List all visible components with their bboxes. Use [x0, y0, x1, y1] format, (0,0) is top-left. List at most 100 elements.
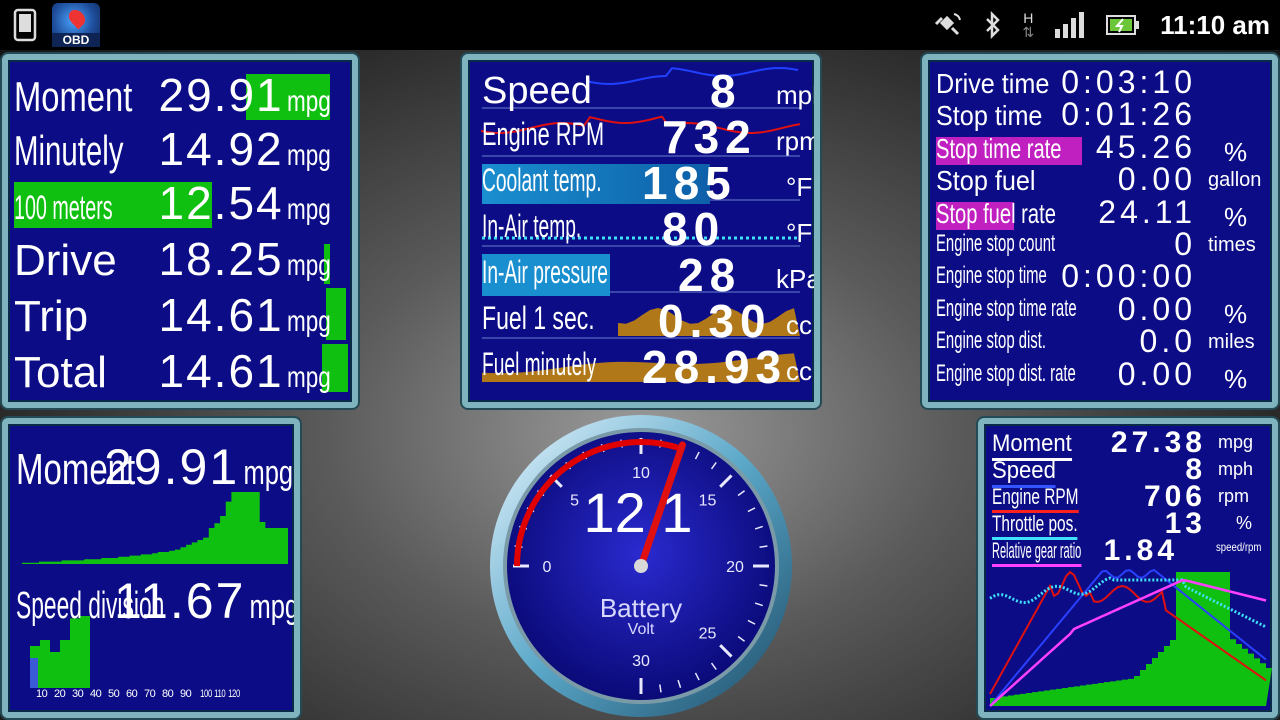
engine-row: Coolant temp. 185 °F: [482, 157, 812, 209]
fuel-row-unit: mpg: [286, 139, 331, 172]
gauge-tick-label: 30: [632, 653, 650, 670]
speed-division-bar: [40, 640, 50, 688]
engine-row-unit: °F: [786, 172, 813, 202]
engine-row: In-Air temp. 80 °F: [482, 203, 812, 255]
signal-icon: [1055, 12, 1085, 38]
moment-label: Moment: [16, 445, 136, 494]
fuel-row: Minutely 14.92 mpg: [14, 122, 346, 175]
live-row-unit: %: [1236, 513, 1253, 533]
live-row-value: 1.84: [1103, 534, 1178, 567]
live-row-label: Engine RPM: [992, 484, 1079, 513]
stop-row-unit: times: [1208, 234, 1256, 256]
engine-row-unit: °F: [786, 218, 813, 248]
engine-row: In-Air pressure 28 kPa: [482, 249, 814, 301]
network-type: H: [1023, 10, 1034, 26]
speed-division-current-bar: [30, 658, 38, 688]
speed-tick-label: 60: [126, 688, 138, 700]
speed-tick-label: 100: [200, 688, 212, 700]
fuel-economy-panel[interactable]: Moment 29.91 mpg Minutely 14.92 mpg 100 meters…: [2, 54, 358, 408]
engine-row-unit: mph: [776, 80, 814, 110]
moment-speed-division-panel[interactable]: Moment 29.91 mpg Speed division 11.67 mp…: [2, 418, 300, 718]
obd-app-icon[interactable]: OBD: [52, 3, 100, 47]
engine-row: Engine RPM 732 rpm: [482, 111, 814, 163]
fuel-row-label: 100 meters: [14, 189, 113, 227]
moment-row: Moment 29.91 mpg: [16, 438, 293, 496]
speed-division-value: 11.67: [114, 573, 246, 629]
stop-row-label: Engine stop count: [936, 230, 1056, 257]
live-row: Moment 27.38 mpg: [992, 426, 1266, 461]
fuel-row-value: 14.92: [158, 123, 284, 175]
engine-row-label: Speed: [482, 70, 592, 112]
stop-row-unit: %: [1224, 201, 1248, 232]
speed-tick-label: 120: [228, 688, 240, 700]
fuel-row-value: 18.25: [158, 233, 284, 285]
moment-value: 29.91: [104, 439, 240, 495]
stop-row-label: Engine stop time rate: [936, 294, 1077, 322]
stop-row-label: Engine stop dist.: [936, 327, 1047, 355]
stop-row-value: 0.00: [1117, 355, 1196, 392]
speed-division-label: Speed division: [16, 585, 165, 627]
stop-row: Engine stop count 0 times: [936, 226, 1266, 262]
fuel-row-unit: mpg: [286, 193, 331, 226]
stop-row: Engine stop time rate 0.00%: [936, 291, 1266, 329]
bluetooth-icon: [986, 11, 1001, 39]
engine-row-unit: cc: [786, 310, 812, 340]
engine-row-unit: cc: [786, 356, 812, 386]
engine-row: Fuel 1 sec. 0.30 cc: [482, 295, 812, 347]
live-row-unit: speed/rpm: [1216, 540, 1262, 554]
fuel-row-unit: mpg: [286, 361, 331, 394]
fuel-row-unit: mpg: [286, 305, 331, 338]
engine-row-label: Fuel minutely: [482, 346, 597, 382]
gps-icon: [935, 13, 962, 36]
speed-tick-label: 40: [90, 688, 102, 700]
gauge-needle-hub: [634, 559, 648, 573]
stop-row-label: Stop time: [936, 100, 1043, 132]
fuel-row-label: Total: [14, 348, 107, 397]
stop-statistics-panel[interactable]: Drive time 0:03:10 Stop time 0:01:26 Stop ti…: [922, 54, 1278, 408]
speed-division-row: Speed division 11.67 mpg: [16, 572, 294, 630]
stop-row-label: Stop fuel rate: [936, 197, 1056, 229]
fuel-row: Trip 14.61 mpg: [14, 288, 346, 341]
speed-division-bar: [50, 652, 60, 688]
gauge-tick-label: 0: [543, 559, 552, 576]
stop-row: Engine stop time 0:00:00: [936, 258, 1266, 294]
stop-row-unit: %: [1224, 136, 1248, 167]
live-row-unit: mph: [1218, 459, 1254, 479]
stop-row-unit: %: [1224, 363, 1248, 394]
fuel-row-value: 14.61: [158, 289, 284, 341]
stop-row-label: Engine stop time: [936, 262, 1047, 290]
stop-row-label: Stop fuel: [936, 165, 1036, 197]
speed-tick-label: 70: [144, 688, 156, 700]
live-graph-panel[interactable]: Moment 27.38 mpg Speed 8 mph Engine RPM 706 rpm T…: [978, 418, 1278, 718]
speed-division-unit: mpg: [249, 588, 300, 626]
live-row: Engine RPM 706 rpm: [992, 480, 1266, 513]
fuel-row-label: Minutely: [14, 127, 124, 174]
obd-logo-text: OBD: [52, 33, 100, 47]
speed-tick-label: 110: [214, 688, 226, 700]
fuel-row: Moment 29.91 mpg: [14, 68, 346, 121]
live-row-unit: mpg: [1218, 432, 1254, 452]
fuel-row-unit: mpg: [286, 85, 331, 118]
engine-row-label: In-Air temp.: [482, 208, 582, 244]
stop-row: Stop time rate 45.26%: [936, 129, 1266, 167]
engine-row-value: 28.93: [642, 341, 788, 393]
gauge-tick-label: 20: [726, 559, 744, 576]
stop-row: Drive time 0:03:10: [936, 64, 1266, 100]
network-h-icon: H ⇅: [1022, 10, 1035, 40]
battery-charging-icon: [1106, 15, 1140, 35]
fuel-row-value: 29.91: [158, 69, 284, 121]
stop-row-unit: gallon: [1208, 169, 1262, 192]
moment-history-area: [22, 492, 288, 564]
engine-data-panel[interactable]: Speed8mphEngine RPM732rpmCoolant temp.18…: [462, 54, 820, 408]
engine-row: Fuel minutely 28.93 cc: [482, 341, 812, 393]
gauge-tick-label: 10: [632, 465, 650, 482]
engine-row-unit: kPa: [776, 264, 820, 294]
status-bar: OBD H ⇅ 11:10 am: [0, 0, 1280, 50]
speed-tick-label: 20: [54, 688, 66, 700]
live-row-label: Throttle pos.: [992, 511, 1078, 540]
live-row: Relative gear ratio 1.84 speed/rpm: [992, 534, 1266, 567]
fuel-row-unit: mpg: [286, 249, 331, 282]
speed-ticks: 10 20 30 40 50 60 70 80 90 100 110 120: [36, 688, 240, 700]
speed-tick-label: 90: [180, 688, 192, 700]
phone-icon: [13, 8, 37, 42]
